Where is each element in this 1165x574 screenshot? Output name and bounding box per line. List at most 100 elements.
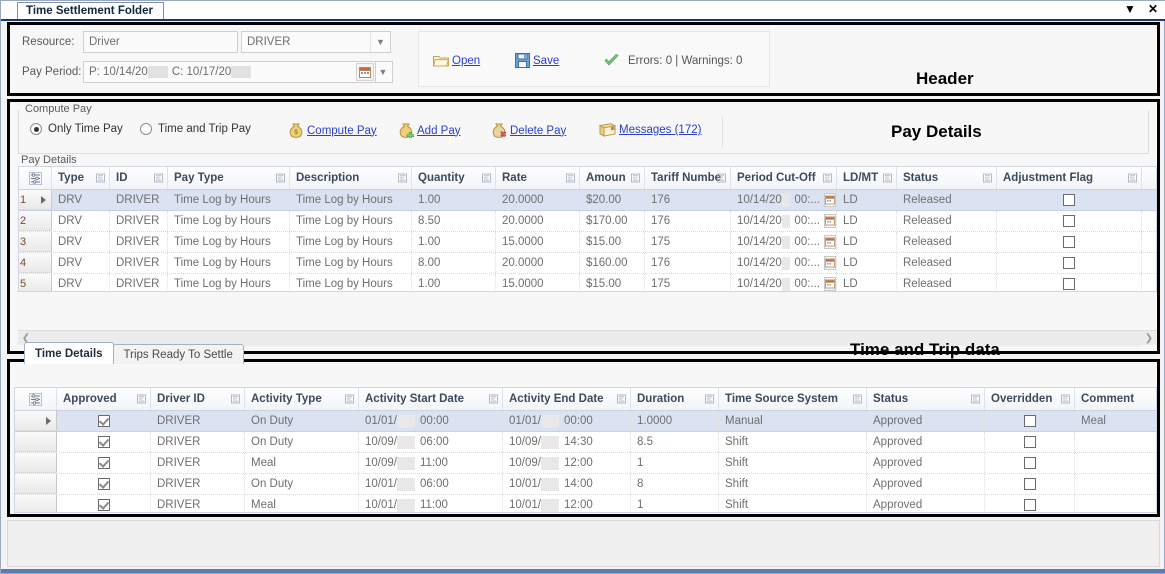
calendar-icon[interactable] [824,277,836,291]
cell-adjustment-flag[interactable] [997,190,1142,210]
save-button[interactable]: Save [515,53,559,68]
approved-checkbox[interactable] [97,436,110,448]
table-row[interactable]: 1 DRV DRIVER Time Log by Hours Time Log by H… [19,190,1156,211]
pay-column-header[interactable]: ID [110,167,168,189]
add-pay-link[interactable]: Add Pay [417,125,460,137]
compute-pay-button[interactable]: $ Compute Pay [288,123,377,138]
time-column-header[interactable]: Activity Type [245,388,359,410]
column-chooser-icon[interactable] [19,167,52,189]
window-tab-title[interactable]: Time Settlement Folder [17,2,164,20]
tab-trips-ready-to-settle[interactable]: Trips Ready To Settle [112,344,244,364]
cell-adjustment-flag[interactable] [997,211,1142,231]
cell-adjustment-flag[interactable] [997,274,1142,291]
radio-button-icon[interactable] [140,123,152,135]
pay-column-header[interactable]: LD/MT [837,167,897,189]
table-row[interactable]: 3 DRV DRIVER Time Log by Hours Time Log by H… [19,232,1156,253]
table-row[interactable]: DRIVER Meal 10/01/11:00 10/01/12:00 1 Shift Ap… [15,495,1156,512]
adjustment-flag-checkbox[interactable] [1063,257,1075,269]
cell-approved[interactable] [57,453,151,473]
cell-approved[interactable] [57,432,151,452]
messages-link[interactable]: Messages (172) [619,124,701,136]
pay-column-header[interactable]: Type [52,167,110,189]
radio-only-time-pay[interactable]: Only Time Pay [30,123,123,135]
pay-column-header[interactable]: Period Cut-Off [731,167,837,189]
pay-column-header[interactable]: Rate [496,167,580,189]
close-icon[interactable]: ✕ [1148,3,1158,15]
adjustment-flag-checkbox[interactable] [1063,236,1075,248]
delete-pay-link[interactable]: Delete Pay [510,125,566,137]
overridden-checkbox[interactable] [1023,415,1036,427]
column-chooser-icon[interactable] [15,388,57,410]
cell-overridden[interactable] [985,432,1075,452]
cell-overridden[interactable] [985,474,1075,494]
pay-column-header[interactable]: Adjustment Flag [997,167,1142,189]
row-header[interactable]: 1 [19,190,52,210]
cell-approved[interactable] [57,474,151,494]
open-button[interactable]: Open [432,54,480,67]
calendar-icon[interactable] [824,193,836,207]
pay-column-header[interactable]: Pay Type [168,167,290,189]
pay-period-dropdown[interactable]: ▼ [375,61,393,83]
time-column-header[interactable]: Driver ID [151,388,245,410]
calendar-icon[interactable] [356,63,374,81]
row-header[interactable] [15,411,57,431]
radio-button-icon[interactable] [30,123,42,135]
time-column-header[interactable]: Approved [57,388,151,410]
pay-column-header[interactable]: Description [290,167,412,189]
table-row[interactable]: DRIVER On Duty 10/09/06:00 10/09/14:30 8.5 Sh… [15,432,1156,453]
chevron-down-icon[interactable]: ▼ [1124,3,1136,15]
add-pay-button[interactable]: Add Pay [398,123,460,140]
adjustment-flag-checkbox[interactable] [1063,278,1075,290]
cell-overridden[interactable] [985,495,1075,512]
approved-checkbox[interactable] [97,478,110,490]
pay-column-header[interactable]: Status [897,167,997,189]
table-row[interactable]: DRIVER Meal 10/09/11:00 10/09/12:00 1 Shift Ap… [15,453,1156,474]
overridden-checkbox[interactable] [1023,478,1036,490]
row-header[interactable] [15,495,57,512]
time-column-header[interactable]: Activity End Date [503,388,631,410]
row-header[interactable]: 2 [19,211,52,231]
save-link[interactable]: Save [533,55,559,67]
pay-details-grid[interactable]: Type ID Pay Type Description Quantity Rate Amo… [18,166,1157,292]
cell-approved[interactable] [57,495,151,512]
messages-button[interactable]: Messages (172) [598,123,701,137]
table-row[interactable]: DRIVER On Duty 10/01/06:00 10/01/14:00 8 Shif… [15,474,1156,495]
row-header[interactable] [15,474,57,494]
time-column-header[interactable]: Duration [631,388,719,410]
resource-type-select[interactable]: DRIVER ▼ [241,31,391,53]
overridden-checkbox[interactable] [1023,499,1036,511]
chevron-down-icon[interactable]: ▼ [370,32,390,52]
adjustment-flag-checkbox[interactable] [1063,194,1075,206]
table-row[interactable]: 5 DRV DRIVER Time Log by Hours Time Log by H… [19,274,1156,291]
overridden-checkbox[interactable] [1023,457,1036,469]
time-column-header[interactable]: Comment [1075,388,1156,410]
scroll-right-icon[interactable]: ❯ [1141,331,1157,346]
time-column-header[interactable]: Time Source System [719,388,867,410]
time-details-grid[interactable]: Approved Driver ID Activity Type Activity S… [14,387,1157,513]
table-row[interactable]: 2 DRV DRIVER Time Log by Hours Time Log by H… [19,211,1156,232]
row-header[interactable] [15,432,57,452]
calendar-icon[interactable] [824,256,836,270]
row-header[interactable]: 5 [19,274,52,291]
row-header[interactable]: 3 [19,232,52,252]
adjustment-flag-checkbox[interactable] [1063,215,1075,227]
resource-input[interactable]: Driver [83,31,238,53]
cell-adjustment-flag[interactable] [997,253,1142,273]
pay-column-header[interactable]: Quantity [412,167,496,189]
table-row[interactable]: 4 DRV DRIVER Time Log by Hours Time Log by H… [19,253,1156,274]
compute-pay-link[interactable]: Compute Pay [307,125,377,137]
delete-pay-button[interactable]: Delete Pay [491,123,566,138]
overridden-checkbox[interactable] [1023,436,1036,448]
tab-time-details[interactable]: Time Details [24,342,114,364]
calendar-icon[interactable] [824,214,836,228]
cell-adjustment-flag[interactable] [997,232,1142,252]
pay-period-input[interactable]: P: 10/14/20 C: 10/17/20 [83,61,391,83]
time-column-header[interactable]: Activity Start Date [359,388,503,410]
radio-time-and-trip-pay[interactable]: Time and Trip Pay [140,123,251,135]
row-header[interactable] [15,453,57,473]
approved-checkbox[interactable] [97,415,110,427]
time-column-header[interactable]: Status [867,388,985,410]
open-link[interactable]: Open [452,55,480,67]
cell-approved[interactable] [57,411,151,431]
row-header[interactable]: 4 [19,253,52,273]
